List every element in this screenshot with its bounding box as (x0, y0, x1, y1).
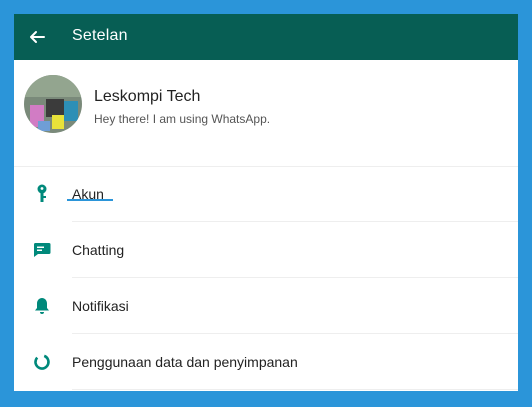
back-button[interactable] (22, 22, 52, 52)
settings-item-label: Chatting (72, 242, 125, 258)
profile-status: Hey there! I am using WhatsApp. (94, 112, 271, 126)
profile-row[interactable]: Leskompi Tech Hey there! I am using What… (14, 60, 518, 167)
key-icon (32, 184, 52, 204)
page-title: Setelan (72, 27, 128, 44)
settings-item-notifikasi[interactable]: Notifikasi (14, 278, 518, 334)
settings-item-akun[interactable]: Akun (14, 166, 518, 222)
bell-icon (32, 296, 52, 316)
app-bar: Setelan (14, 14, 518, 60)
chat-icon (32, 240, 52, 260)
focus-underline (67, 199, 113, 201)
settings-item-data-storage[interactable]: Penggunaan data dan penyimpanan (14, 334, 518, 390)
profile-name: Leskompi Tech (94, 88, 201, 105)
settings-item-label: Penggunaan data dan penyimpanan (72, 354, 298, 370)
settings-screen: Setelan Leskompi Tech Hey there! I am us… (14, 14, 518, 391)
arrow-left-icon (30, 31, 45, 43)
divider (72, 389, 518, 390)
avatar[interactable] (24, 75, 82, 133)
settings-item-label: Notifikasi (72, 298, 129, 314)
settings-item-chatting[interactable]: Chatting (14, 222, 518, 278)
data-usage-icon (32, 352, 52, 372)
avatar-image (24, 75, 82, 133)
